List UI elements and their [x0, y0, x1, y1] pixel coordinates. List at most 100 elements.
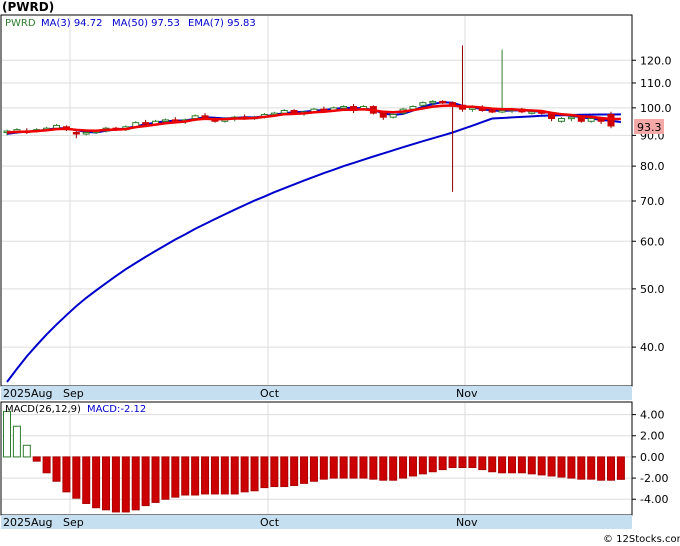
macd-bar [527, 456, 536, 475]
macd-bar [607, 456, 615, 481]
price-tick-label: 70.0 [640, 195, 665, 208]
macd-bar [220, 456, 229, 495]
macd-bar [22, 444, 31, 458]
macd-bar [339, 456, 348, 479]
x-label-sep: Sep [63, 387, 84, 400]
macd-bar [488, 456, 497, 473]
macd-bar [349, 456, 358, 479]
price-tick-label: 100.0 [640, 102, 672, 115]
macd-bar [458, 456, 467, 468]
candle-body [587, 118, 595, 122]
candle-body [577, 116, 585, 122]
macd-bar [547, 456, 556, 477]
macd-bar [557, 456, 566, 478]
macd-bar [171, 456, 180, 498]
price-y-axis: 120.0110.0100.090.080.070.060.050.040.0 [632, 54, 672, 354]
macd-tick-label: 2.00 [640, 430, 665, 443]
macd-bar [448, 456, 457, 468]
macd-bar [408, 456, 417, 477]
chart-title: (PWRD) [2, 0, 54, 14]
candle-body [419, 102, 427, 106]
macd-tick-label: -2.00 [640, 472, 668, 485]
price-tick-label: 80.0 [640, 160, 665, 173]
macd-bar [151, 456, 160, 503]
price-tick-label: 50.0 [640, 283, 665, 296]
x-label-oct: Oct [260, 387, 280, 400]
macd-bar [111, 456, 120, 513]
candle-body [340, 106, 348, 109]
macd-bar [379, 456, 388, 481]
macd-tick-label: -4.00 [640, 493, 668, 506]
macd-bar [438, 456, 447, 471]
macd-bar [359, 456, 368, 479]
macd-bar [389, 456, 398, 481]
macd-bar [92, 456, 101, 509]
credit-text: © 12Stocks.com [603, 534, 680, 545]
macd-bar [32, 456, 41, 462]
macd-bar [300, 456, 309, 484]
macd-bar [577, 456, 586, 480]
candle-body [201, 115, 209, 118]
candle-body [389, 113, 397, 118]
macd-bar [468, 456, 477, 468]
macd-bar [498, 456, 507, 474]
macd-bar [250, 456, 259, 492]
candle-body [161, 119, 169, 122]
macd-bar [399, 456, 408, 479]
macd-bar [587, 456, 596, 480]
macd-bar [507, 456, 516, 474]
macd-bar [280, 456, 289, 488]
macd-bar [418, 456, 427, 475]
macd-bar [597, 456, 606, 481]
candle-body [439, 100, 447, 104]
macd-bar [131, 456, 140, 511]
price-tick-label: 120.0 [640, 54, 672, 67]
macd-bar [62, 456, 71, 493]
macd-bar [230, 456, 239, 495]
candle-body [429, 100, 437, 104]
macd-bar [102, 456, 111, 511]
x-label-aug: 2025Aug [3, 387, 52, 400]
stock-chart: 120.0110.0100.090.080.070.060.050.040.0 … [0, 0, 680, 545]
macd-x-label-sep: Sep [63, 516, 84, 529]
candle-body [82, 131, 90, 135]
candle-body [567, 116, 575, 120]
macd-bar [121, 456, 130, 513]
macd-x-label-nov: Nov [456, 516, 478, 529]
price-x-axis-band [1, 386, 632, 400]
candle-body [379, 112, 387, 118]
macd-bar [141, 456, 150, 507]
macd-bar [319, 456, 328, 480]
macd-bar [290, 456, 299, 486]
macd-x-label-aug: 2025Aug [3, 516, 52, 529]
macd-bar [210, 456, 219, 495]
price-tick-label: 60.0 [640, 235, 665, 248]
price-tick-label: 110.0 [640, 77, 672, 90]
macd-y-axis: 4.00 2.00 0.00 -2.00 -4.00 [632, 409, 668, 506]
macd-bar [616, 456, 625, 480]
last-price-label: 93.3 [637, 121, 662, 134]
candle-body [528, 111, 536, 114]
candle-body [498, 109, 506, 113]
macd-bar [12, 425, 21, 458]
macd-legend-value: MACD:-2.12 [87, 404, 146, 415]
macd-bar [240, 456, 249, 493]
candle-body [142, 122, 150, 125]
macd-bar [517, 456, 526, 474]
legend-ema7: EMA(7) 95.83 [188, 18, 256, 29]
macd-bar [329, 456, 338, 479]
macd-bar [191, 456, 200, 496]
macd-bar [161, 456, 170, 500]
legend-ma3: MA(3) 94.72 [41, 18, 102, 29]
price-tick-label: 40.0 [640, 341, 665, 354]
macd-bar [270, 456, 279, 488]
macd-bar [478, 456, 487, 471]
macd-bar [42, 456, 51, 474]
macd-legend-name: MACD(26,12,9) [5, 404, 81, 415]
macd-bar [181, 456, 190, 496]
macd-bar [72, 456, 81, 499]
macd-bar [428, 456, 437, 473]
candle-body [72, 131, 80, 135]
macd-bar [260, 456, 269, 489]
candle-body [280, 109, 288, 114]
